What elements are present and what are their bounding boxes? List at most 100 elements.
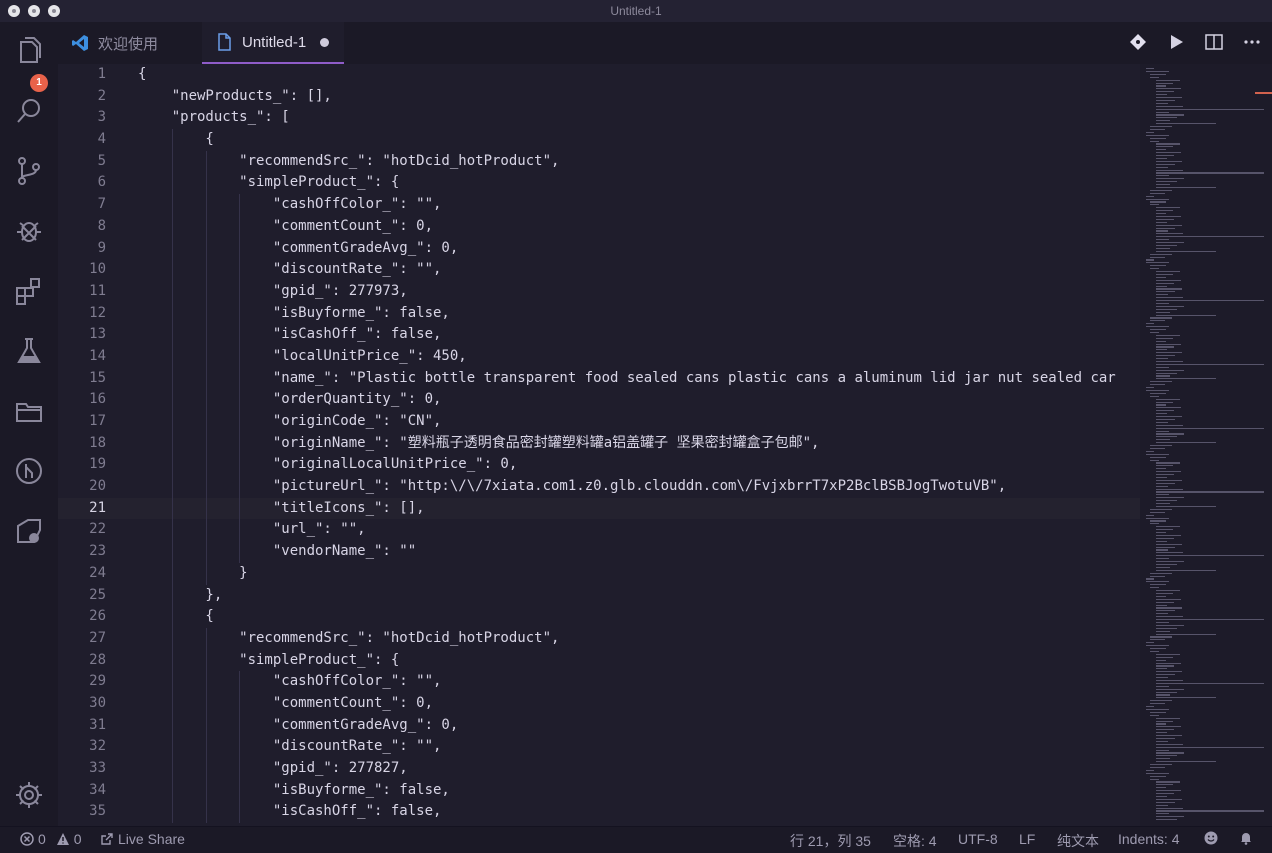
- code-line[interactable]: 21 "titleIcons_": [],: [58, 497, 1140, 520]
- split-editor-icon[interactable]: [1204, 32, 1224, 52]
- code-line[interactable]: 20 "pictureUrl_": "http:\/\/7xiata.com1.…: [58, 476, 1140, 498]
- window-title: Untitled-1: [610, 4, 662, 18]
- encoding-setting[interactable]: UTF-8: [958, 831, 998, 847]
- code-line[interactable]: 16 "orderQuantity_": 0,: [58, 389, 1140, 411]
- code-text: {: [138, 608, 214, 625]
- code-line[interactable]: 13 "isCashOff_": false,: [58, 324, 1140, 346]
- code-line[interactable]: 4 {: [58, 129, 1140, 151]
- notifications-bell-icon[interactable]: [1239, 831, 1253, 845]
- code-line[interactable]: 19 "originalLocalUnitPrice_": 0,: [58, 454, 1140, 477]
- code-line[interactable]: 2 "newProducts_": [],: [58, 86, 1140, 108]
- tab-untitled-1[interactable]: Untitled-1: [202, 22, 344, 64]
- code-line[interactable]: 30 "commentCount_": 0,: [58, 692, 1140, 715]
- minimap-line: [1146, 389, 1169, 392]
- minimap-line: [1156, 291, 1175, 293]
- code-editor[interactable]: 1{2 "newProducts_": [], 3 "products_": [4…: [58, 64, 1140, 826]
- line-number: 23: [89, 543, 106, 560]
- line-number: 7: [97, 196, 106, 213]
- live-share-button[interactable]: Live Share: [100, 831, 185, 847]
- minimap-line: [1156, 157, 1167, 160]
- line-number: 9: [97, 239, 106, 256]
- search-icon[interactable]: [12, 94, 46, 128]
- line-number: 31: [89, 716, 106, 733]
- code-line[interactable]: 12 "isBuyforme_": false,: [58, 302, 1140, 325]
- code-line[interactable]: 10 "discountRate_": "",: [58, 259, 1140, 281]
- code-line[interactable]: 28 "simpleProduct_": {: [58, 649, 1140, 672]
- minimap-line: [1156, 300, 1264, 302]
- code-line[interactable]: 29 "cashOffColor_": "",: [58, 671, 1140, 693]
- code-text: "isBuyforme_": false,: [138, 781, 450, 798]
- minimap-line: [1156, 433, 1184, 435]
- minimap-line: [1156, 819, 1177, 821]
- code-text: "pictureUrl_": "http:\/\/7xiata.com1.z0.…: [138, 478, 1007, 495]
- code-line[interactable]: 31 "commentGradeAvg_": 0,: [58, 714, 1140, 737]
- more-actions-icon[interactable]: [1242, 32, 1262, 52]
- indents-indicator[interactable]: Indents: 4: [1118, 831, 1180, 847]
- minimap-line: [1146, 706, 1154, 708]
- remote-explorer-icon[interactable]: [12, 514, 46, 548]
- code-text: "name_": "Plastic bottle transparent foo…: [138, 369, 1116, 386]
- code-line[interactable]: 1{: [58, 64, 1140, 86]
- minimap-line: [1156, 566, 1170, 568]
- debug-icon[interactable]: [12, 214, 46, 248]
- cursor-position[interactable]: 行 21，列 35: [790, 831, 871, 851]
- code-line[interactable]: 17 "originCode_": "CN",: [58, 411, 1140, 433]
- code-text: "commentGradeAvg_": 0,: [138, 716, 459, 733]
- code-line[interactable]: 15 "name_": "Plastic bottle transparent …: [58, 367, 1140, 390]
- problems-indicator[interactable]: 0 0: [20, 831, 82, 847]
- minimap-line: [1156, 172, 1264, 174]
- code-line[interactable]: 5 "recommendSrc_": "hotDcid_hotProduct",: [58, 150, 1140, 173]
- minimap-line: [1156, 97, 1182, 99]
- unsaved-dot-icon[interactable]: [320, 37, 330, 47]
- minimap-line: [1146, 642, 1154, 644]
- minimap-line: [1150, 575, 1165, 577]
- code-line[interactable]: 9 "commentGradeAvg_": 0,: [58, 237, 1140, 260]
- code-line[interactable]: 11 "gpid_": 277973,: [58, 280, 1140, 303]
- minimap-line: [1156, 798, 1182, 800]
- line-number: 19: [89, 456, 106, 473]
- tab-welcome[interactable]: 欢迎使用: [58, 22, 198, 64]
- code-line[interactable]: 33 "gpid_": 277827,: [58, 758, 1140, 780]
- code-line[interactable]: 24 }: [58, 562, 1140, 585]
- minimap-line: [1156, 85, 1166, 87]
- minimap[interactable]: [1140, 64, 1272, 826]
- code-line[interactable]: 8 "commentCount_": 0,: [58, 215, 1140, 238]
- minimap-line: [1146, 645, 1169, 647]
- line-number: 27: [89, 629, 106, 646]
- settings-gear-icon[interactable]: [12, 778, 46, 812]
- folder-icon[interactable]: [12, 394, 46, 428]
- extensions-icon[interactable]: [12, 274, 46, 308]
- eol-setting[interactable]: LF: [1019, 831, 1035, 847]
- code-line[interactable]: 35 "isCashOff_": false,: [58, 801, 1140, 824]
- code-line[interactable]: 3 "products_": [: [58, 107, 1140, 129]
- run-icon[interactable]: [1166, 32, 1186, 52]
- code-line[interactable]: 32 "discountRate_": "",: [58, 736, 1140, 758]
- minimap-line: [1156, 503, 1170, 505]
- code-line[interactable]: 6 "simpleProduct_": {: [58, 172, 1140, 195]
- code-line[interactable]: 25 },: [58, 584, 1140, 607]
- minimap-line: [1156, 793, 1174, 795]
- code-line[interactable]: 7 "cashOffColor_": "",: [58, 194, 1140, 216]
- source-control-icon[interactable]: [12, 154, 46, 188]
- minimap-line: [1156, 250, 1216, 252]
- minimap-line: [1150, 445, 1172, 447]
- language-mode[interactable]: 纯文本: [1057, 831, 1099, 851]
- test-flask-icon[interactable]: [12, 334, 46, 368]
- files-icon[interactable]: [12, 34, 46, 68]
- code-line[interactable]: 14 "localUnitPrice_": 450,: [58, 345, 1140, 368]
- git-compare-icon[interactable]: [1128, 32, 1148, 52]
- minimap-line: [1156, 633, 1216, 635]
- minimap-line: [1156, 181, 1177, 183]
- code-line[interactable]: 27 "recommendSrc_": "hotDcid_hotProduct"…: [58, 627, 1140, 650]
- code-line[interactable]: 18 "originName_": "塑料瓶子透明食品密封罐塑料罐a铝盖罐子 坚…: [58, 432, 1140, 455]
- code-line[interactable]: 23 "vendorName_": "": [58, 541, 1140, 563]
- gitlens-icon[interactable]: [12, 454, 46, 488]
- code-line[interactable]: 34 "isBuyforme_": false,: [58, 779, 1140, 802]
- feedback-smiley-icon[interactable]: [1204, 831, 1218, 845]
- code-line[interactable]: 26 {: [58, 606, 1140, 628]
- minimap-line: [1156, 795, 1167, 798]
- minimap-line: [1156, 311, 1170, 313]
- minimap-line: [1156, 166, 1168, 168]
- code-line[interactable]: 22 "url_": "",: [58, 519, 1140, 542]
- indentation-setting[interactable]: 空格: 4: [893, 831, 937, 851]
